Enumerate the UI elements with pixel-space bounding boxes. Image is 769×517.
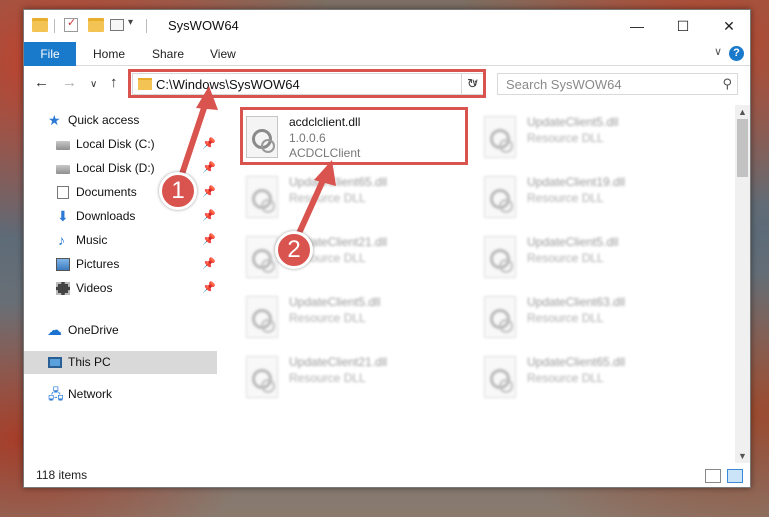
- arrow-1-shaft: [177, 99, 209, 183]
- arrow-2-shaft: [293, 175, 327, 243]
- annotation-marker-1: 1: [159, 172, 197, 210]
- arrow-1-head: [196, 86, 218, 110]
- annotation-arrows: [177, 86, 336, 243]
- annotation-marker-2: 2: [275, 231, 313, 269]
- arrow-2-head: [314, 160, 336, 186]
